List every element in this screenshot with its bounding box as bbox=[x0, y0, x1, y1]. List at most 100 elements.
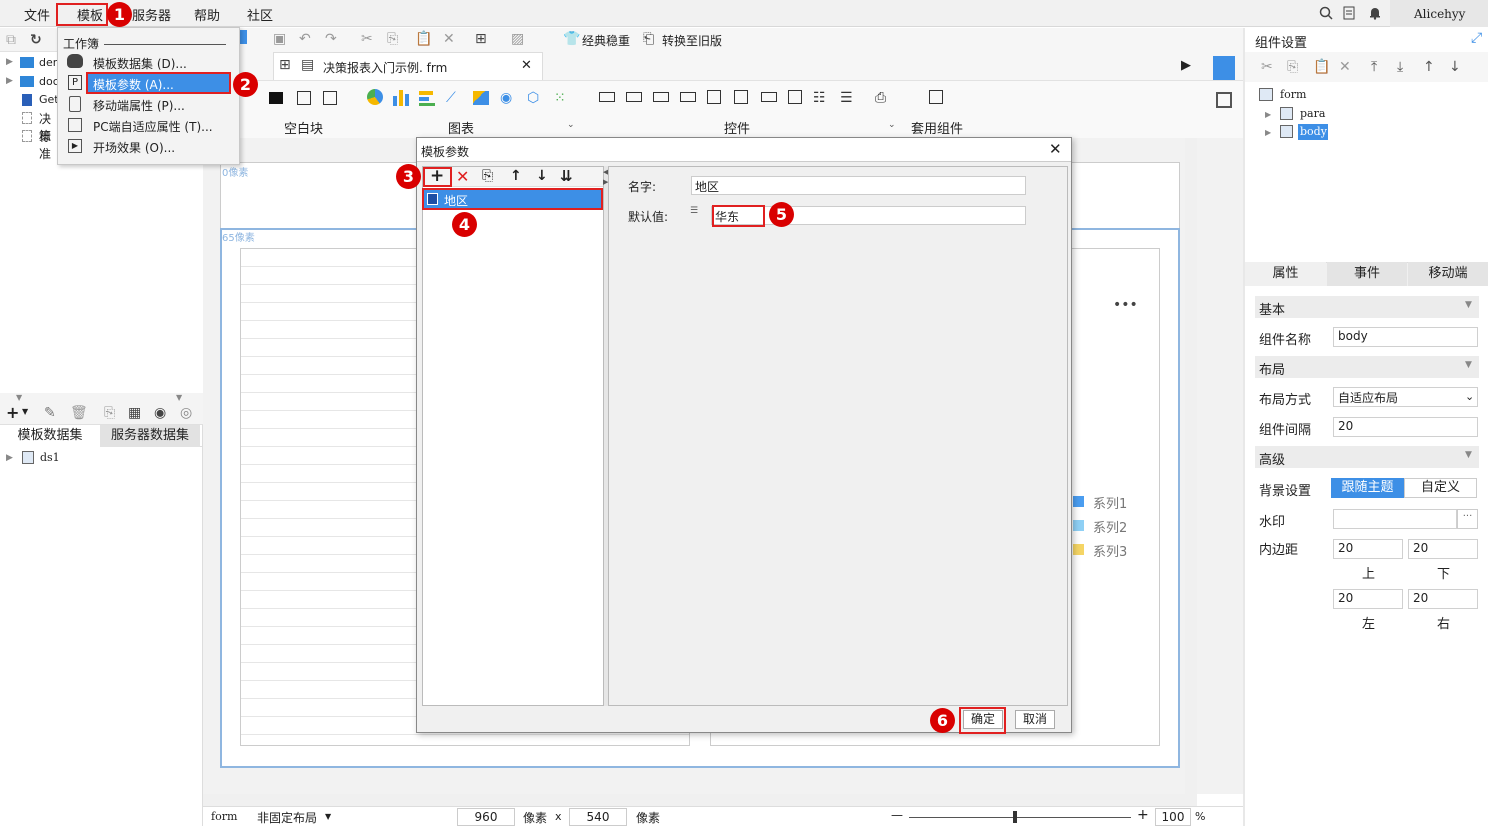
zoom-out-button[interactable]: — bbox=[891, 808, 903, 822]
component-name-input[interactable]: body bbox=[1333, 327, 1478, 347]
menu-item-dataset[interactable]: 模板数据集 (D)... bbox=[93, 55, 187, 72]
copy-icon[interactable]: ⎘ bbox=[1287, 58, 1298, 76]
tree-para[interactable]: para bbox=[1300, 107, 1325, 120]
checkbox-group-icon[interactable]: ☰ bbox=[840, 89, 853, 107]
zoom-in-button[interactable]: + bbox=[1137, 807, 1149, 823]
image-icon[interactable]: ▨ bbox=[511, 30, 524, 48]
zoom-input[interactable]: 100 bbox=[1155, 808, 1191, 826]
padding-bottom-input[interactable]: 20 bbox=[1408, 539, 1478, 559]
more-icon[interactable]: ••• bbox=[1113, 297, 1138, 313]
move-up-icon[interactable]: ↑ bbox=[1423, 58, 1435, 76]
bell-icon[interactable] bbox=[1368, 6, 1382, 20]
theme-icon[interactable]: 👕 bbox=[563, 30, 580, 48]
close-tab-icon[interactable]: ✕ bbox=[521, 58, 532, 73]
chevron-down-icon[interactable]: ▼ bbox=[1465, 300, 1472, 310]
cut-icon[interactable]: ✂ bbox=[361, 30, 373, 48]
hbar-chart-icon[interactable] bbox=[419, 90, 435, 106]
pie-chart-icon[interactable] bbox=[367, 89, 383, 105]
button-widget-icon[interactable] bbox=[653, 92, 669, 102]
line-chart-icon[interactable]: ⟋ bbox=[446, 89, 456, 107]
menu-community[interactable]: 社区 bbox=[247, 5, 273, 24]
gap-input[interactable]: 20 bbox=[1333, 417, 1478, 437]
text-widget-icon[interactable] bbox=[626, 92, 642, 102]
textarea-widget-icon[interactable] bbox=[788, 90, 802, 104]
vertical-scrollbar[interactable] bbox=[1185, 138, 1197, 794]
tab-mobile[interactable]: 移动端 bbox=[1408, 262, 1488, 286]
redo-icon[interactable]: ↷ bbox=[325, 30, 337, 48]
cancel-button[interactable]: 取消 bbox=[1015, 710, 1055, 729]
text-icon[interactable]: ⊞ bbox=[475, 30, 487, 48]
horizontal-scrollbar[interactable] bbox=[203, 794, 1197, 806]
paste-icon[interactable]: 📋 bbox=[1313, 58, 1330, 76]
delete-param-icon[interactable]: ✕ bbox=[456, 167, 469, 186]
edit-note-icon[interactable] bbox=[1343, 6, 1357, 20]
close-icon[interactable]: ✕ bbox=[1049, 140, 1062, 158]
layout-icon[interactable] bbox=[1216, 92, 1232, 108]
edit-icon[interactable]: ✎ bbox=[44, 404, 56, 422]
save-icon[interactable]: ▣ bbox=[273, 30, 286, 48]
database-icon[interactable]: ◉ bbox=[154, 404, 166, 422]
classic-theme-button[interactable]: 经典稳重 bbox=[582, 32, 630, 49]
type-abc-icon[interactable]: ☰ bbox=[690, 206, 698, 216]
tree-form[interactable]: form bbox=[1280, 88, 1306, 101]
dataset-item[interactable]: ds1 bbox=[40, 451, 60, 464]
radar-chart-icon[interactable]: ⬡ bbox=[527, 89, 539, 107]
label-widget-icon[interactable] bbox=[599, 92, 615, 102]
section-advanced[interactable]: 高级 bbox=[1259, 449, 1285, 468]
tab-properties[interactable]: 属性 bbox=[1245, 262, 1326, 286]
menu-help[interactable]: 帮助 bbox=[194, 5, 220, 24]
tree-body[interactable]: body bbox=[1300, 125, 1327, 138]
section-basic[interactable]: 基本 bbox=[1259, 299, 1285, 318]
width-input[interactable]: 960 bbox=[457, 808, 515, 826]
section-layout[interactable]: 布局 bbox=[1259, 359, 1285, 378]
pin-icon[interactable]: ⤢ bbox=[1471, 30, 1482, 46]
move-up-icon[interactable]: ↑ bbox=[510, 168, 522, 184]
bar-chart-icon[interactable] bbox=[393, 90, 409, 106]
clear-icon[interactable]: ✕ bbox=[443, 30, 455, 48]
chevron-down-icon[interactable]: ▼ bbox=[325, 812, 331, 821]
file-tab-label[interactable]: 决策报表入门示例. frm bbox=[323, 59, 447, 76]
zoom-slider-handle[interactable] bbox=[1013, 811, 1017, 823]
move-bottom-icon[interactable]: ⤓ bbox=[1397, 58, 1403, 76]
menu-item-adaptive[interactable]: PC端自适应属性 (T)... bbox=[93, 118, 213, 135]
add-dataset-icon[interactable]: + bbox=[6, 403, 19, 422]
padding-top-input[interactable]: 20 bbox=[1333, 539, 1403, 559]
paste-icon[interactable]: 📋 bbox=[415, 30, 432, 48]
cut-icon[interactable]: ✂ bbox=[1261, 58, 1273, 76]
chevron-down-icon[interactable]: ⌄ bbox=[888, 120, 896, 130]
dataset-edit-icon[interactable]: ▦ bbox=[128, 404, 141, 422]
blank-block-icon[interactable] bbox=[269, 92, 283, 104]
tab-server-dataset[interactable]: 服务器数据集 bbox=[100, 425, 200, 447]
dropdown-widget-icon[interactable] bbox=[680, 92, 696, 102]
undo-icon[interactable]: ↶ bbox=[299, 30, 311, 48]
table-block-icon[interactable] bbox=[323, 91, 337, 105]
param-name-input[interactable]: 地区 bbox=[691, 176, 1026, 195]
move-down-icon[interactable]: ↓ bbox=[1449, 58, 1461, 76]
scatter-chart-icon[interactable]: ⁙ bbox=[554, 89, 566, 107]
more-icon[interactable]: ··· bbox=[1457, 509, 1478, 529]
move-top-icon[interactable]: ⤒ bbox=[1371, 58, 1377, 76]
search-icon[interactable] bbox=[1319, 6, 1333, 20]
delete-icon[interactable]: ✕ bbox=[1339, 58, 1351, 76]
menu-item-opening[interactable]: 开场效果 (O)... bbox=[93, 139, 175, 156]
sort-icon[interactable]: ⇊ bbox=[560, 167, 573, 185]
height-input[interactable]: 540 bbox=[569, 808, 627, 826]
radio-group-icon[interactable]: ☷ bbox=[813, 89, 826, 107]
database-settings-icon[interactable]: ◎ bbox=[180, 404, 192, 422]
menu-file[interactable]: 文件 bbox=[24, 5, 50, 24]
tab-events[interactable]: 事件 bbox=[1327, 262, 1407, 286]
padding-right-input[interactable]: 20 bbox=[1408, 589, 1478, 609]
area-chart-icon[interactable] bbox=[473, 91, 489, 105]
convert-button[interactable]: 转换至旧版 bbox=[662, 32, 722, 49]
padding-left-input[interactable]: 20 bbox=[1333, 589, 1403, 609]
tree-item[interactable]: Get bbox=[39, 93, 59, 106]
chevron-down-icon[interactable]: ⌄ bbox=[1465, 390, 1474, 403]
chevron-down-icon[interactable]: ▼ bbox=[1465, 450, 1472, 460]
tree-item[interactable]: doc bbox=[39, 75, 59, 88]
new-folder-icon[interactable]: ⧉ bbox=[6, 31, 16, 49]
move-down-icon[interactable]: ↓ bbox=[536, 168, 548, 184]
layout-mode-select[interactable]: 自适应布局 bbox=[1333, 387, 1478, 407]
side-toggle-icon[interactable] bbox=[1213, 56, 1235, 80]
preview-icon[interactable]: ⎘ bbox=[104, 404, 115, 422]
watermark-input[interactable] bbox=[1333, 509, 1457, 529]
